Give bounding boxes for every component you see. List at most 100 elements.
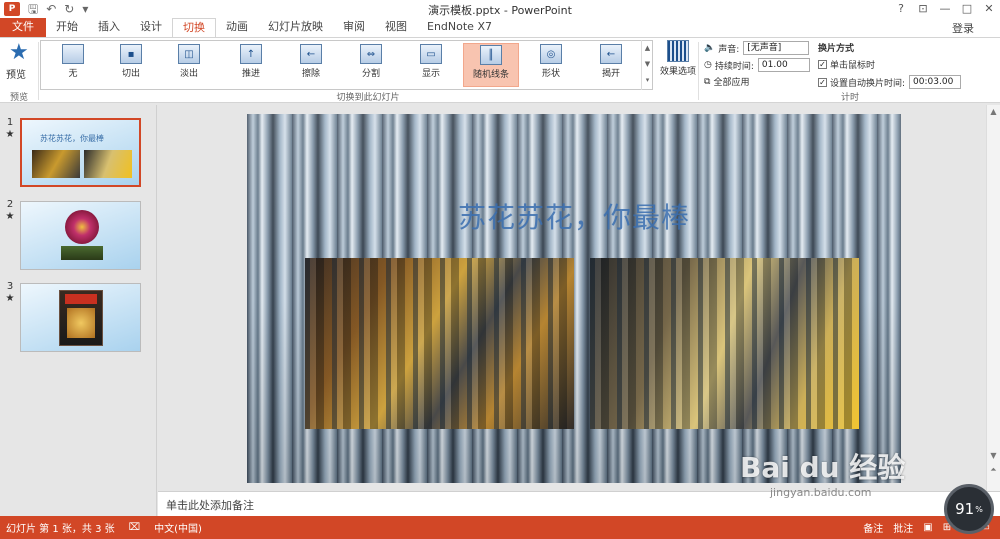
thumb-photo: [84, 150, 132, 178]
tab-file[interactable]: 文件: [0, 18, 46, 37]
prev-slide-icon[interactable]: ⏶: [987, 463, 1000, 477]
help-icon[interactable]: ?: [890, 0, 912, 18]
language-status[interactable]: 中文(中国): [154, 520, 202, 535]
ribbon-display-icon[interactable]: ⊡: [912, 0, 934, 18]
transition-label: 推进: [241, 69, 260, 79]
transition-none-icon: [62, 44, 84, 64]
apply-all-icon: ⧉: [704, 76, 711, 87]
login-link[interactable]: 登录: [952, 20, 974, 36]
ribbon: ★ 预览 预览 无 ▪ 切出 ◫ 淡出 ↑ 推进 ← 擦除 ⇔ 分割 ▭ 显示 ║ 随机线条 ◎ 形状 ← 揭开 ▲…: [0, 37, 1000, 103]
slide-photo-right[interactable]: [590, 258, 859, 429]
transition-split-button[interactable]: ⇔ 分割: [343, 43, 399, 87]
slide-title[interactable]: 苏花苏花，你最棒: [247, 196, 901, 236]
transition-fade-button[interactable]: ◫ 淡出: [161, 43, 217, 87]
after-time-input[interactable]: 00:03.00: [909, 75, 962, 89]
transitions-group: 无 ▪ 切出 ◫ 淡出 ↑ 推进 ← 擦除 ⇔ 分割 ▭ 显示 ║ 随机线条 ◎ 形状 ← 揭开 ▲ ▼ ▾ 效果选项 …: [38, 38, 698, 104]
customize-icon[interactable]: ▾: [82, 2, 88, 16]
transition-split-icon: ⇔: [360, 44, 382, 64]
tab-view[interactable]: 视图: [375, 18, 417, 37]
tab-transitions[interactable]: 切换: [172, 18, 216, 37]
normal-view-icon[interactable]: ▣: [923, 522, 932, 533]
slide-photo-left[interactable]: [305, 258, 574, 429]
transition-cut-icon: ▪: [120, 44, 142, 64]
transition-push-button[interactable]: ↑ 推进: [223, 43, 279, 87]
tab-animations[interactable]: 动画: [216, 18, 258, 37]
gallery-scroll[interactable]: ▲ ▼ ▾: [641, 40, 653, 90]
main-slide[interactable]: 苏花苏花，你最棒: [247, 114, 901, 483]
save-icon[interactable]: 🖫: [28, 2, 38, 16]
transition-label: 显示: [421, 69, 440, 79]
preview-group-label: 预览: [9, 93, 28, 103]
transition-star-icon: ★: [5, 129, 15, 140]
tab-endnote[interactable]: EndNote X7: [417, 18, 502, 37]
sound-icon: 🔈: [704, 43, 716, 53]
transition-reveal-button[interactable]: ▭ 显示: [403, 43, 459, 87]
slide-count-status: 幻灯片 第 1 张，共 3 张: [6, 524, 115, 535]
preview-group: ★ 预览 预览: [0, 38, 38, 104]
transition-label: 揭开: [601, 69, 620, 79]
timing-group: 🔈 声音: [无声音] ◷ 持续时间: 01.00 ⧉ 全部应用 换片方式 ✓ …: [700, 38, 1000, 104]
sound-row: 🔈 声音: [无声音]: [704, 41, 810, 55]
thumb-title: 苏花苏花，你最棒: [40, 134, 104, 143]
transition-label: 分割: [361, 69, 380, 79]
transition-reveal-icon: ▭: [420, 44, 442, 64]
duration-row: ◷ 持续时间: 01.00: [704, 58, 810, 72]
tab-insert[interactable]: 插入: [88, 18, 130, 37]
slide-number: 2: [6, 199, 14, 210]
ribbon-tabs: 文件 开始 插入 设计 切换 动画 幻灯片放映 审阅 视图 EndNote X7…: [0, 18, 1000, 37]
scroll-down-icon[interactable]: ▼: [987, 449, 1000, 463]
slide-thumbnail-3[interactable]: [20, 283, 141, 352]
on-click-checkbox[interactable]: ✓: [818, 60, 827, 69]
on-click-row[interactable]: ✓ 单击鼠标时: [818, 58, 875, 71]
vertical-scrollbar[interactable]: ▲ ▼ ⏶: [986, 105, 1000, 491]
duration-input[interactable]: 01.00: [757, 58, 810, 72]
transition-push-icon: ↑: [240, 44, 262, 64]
tab-slideshow[interactable]: 幻灯片放映: [258, 18, 333, 37]
transition-label: 淡出: [179, 69, 198, 79]
notes-pane[interactable]: 单击此处添加备注: [158, 491, 1000, 516]
transition-uncover-button[interactable]: ← 揭开: [583, 43, 639, 87]
slide-editing-canvas: 苏花苏花，你最棒: [158, 105, 986, 491]
apply-all-button[interactable]: ⧉ 全部应用: [704, 75, 749, 89]
transition-random-bars-icon: ║: [480, 45, 502, 65]
transitions-group-label: 切换到此幻灯片: [336, 93, 400, 103]
tab-home[interactable]: 开始: [46, 18, 88, 37]
transition-fade-icon: ◫: [178, 44, 200, 64]
baidu-watermark-url: jingyan.baidu.com: [770, 486, 872, 499]
preview-button[interactable]: 预览: [6, 66, 26, 81]
sound-select[interactable]: [无声音]: [743, 41, 810, 55]
slide-thumbnail-2[interactable]: [20, 201, 141, 270]
minimize-icon[interactable]: —: [934, 0, 956, 18]
notes-toggle[interactable]: 备注: [863, 520, 883, 535]
transition-wipe-button[interactable]: ← 擦除: [283, 43, 339, 87]
transition-label: 随机线条: [472, 70, 509, 80]
after-checkbox[interactable]: ✓: [818, 77, 827, 87]
thumb-flower-image: [65, 210, 99, 244]
transition-star-icon: ★: [5, 293, 15, 304]
maximize-icon[interactable]: □: [956, 0, 978, 18]
separator: [698, 42, 699, 100]
effect-options-button[interactable]: 效果选项: [658, 40, 698, 77]
after-row[interactable]: ✓ 设置自动换片时间: 00:03.00: [818, 75, 962, 89]
transition-shape-button[interactable]: ◎ 形状: [523, 43, 579, 87]
thumb-leaves: [61, 246, 103, 260]
comments-toggle[interactable]: 批注: [893, 520, 913, 535]
transition-cut-button[interactable]: ▪ 切出: [103, 43, 159, 87]
spellcheck-icon[interactable]: ⌧: [129, 522, 141, 533]
undo-icon[interactable]: ↶: [46, 2, 56, 16]
transition-star-icon: ★: [5, 211, 15, 222]
tab-review[interactable]: 审阅: [333, 18, 375, 37]
preview-star-icon[interactable]: ★: [9, 42, 29, 64]
transition-random-bars-button[interactable]: ║ 随机线条: [463, 43, 519, 87]
transition-label: 无: [68, 69, 78, 79]
tab-design[interactable]: 设计: [130, 18, 172, 37]
transition-none-button[interactable]: 无: [45, 43, 101, 87]
redo-icon[interactable]: ↻: [64, 2, 74, 16]
powerpoint-logo-icon: P: [4, 2, 20, 16]
transition-uncover-icon: ←: [600, 44, 622, 64]
close-icon[interactable]: ✕: [978, 0, 1000, 18]
scroll-up-icon[interactable]: ▲: [987, 105, 1000, 119]
speed-gauge-widget[interactable]: 91%: [944, 484, 994, 534]
transition-label: 擦除: [301, 69, 320, 79]
slide-thumbnail-1[interactable]: 苏花苏花，你最棒: [20, 118, 141, 187]
